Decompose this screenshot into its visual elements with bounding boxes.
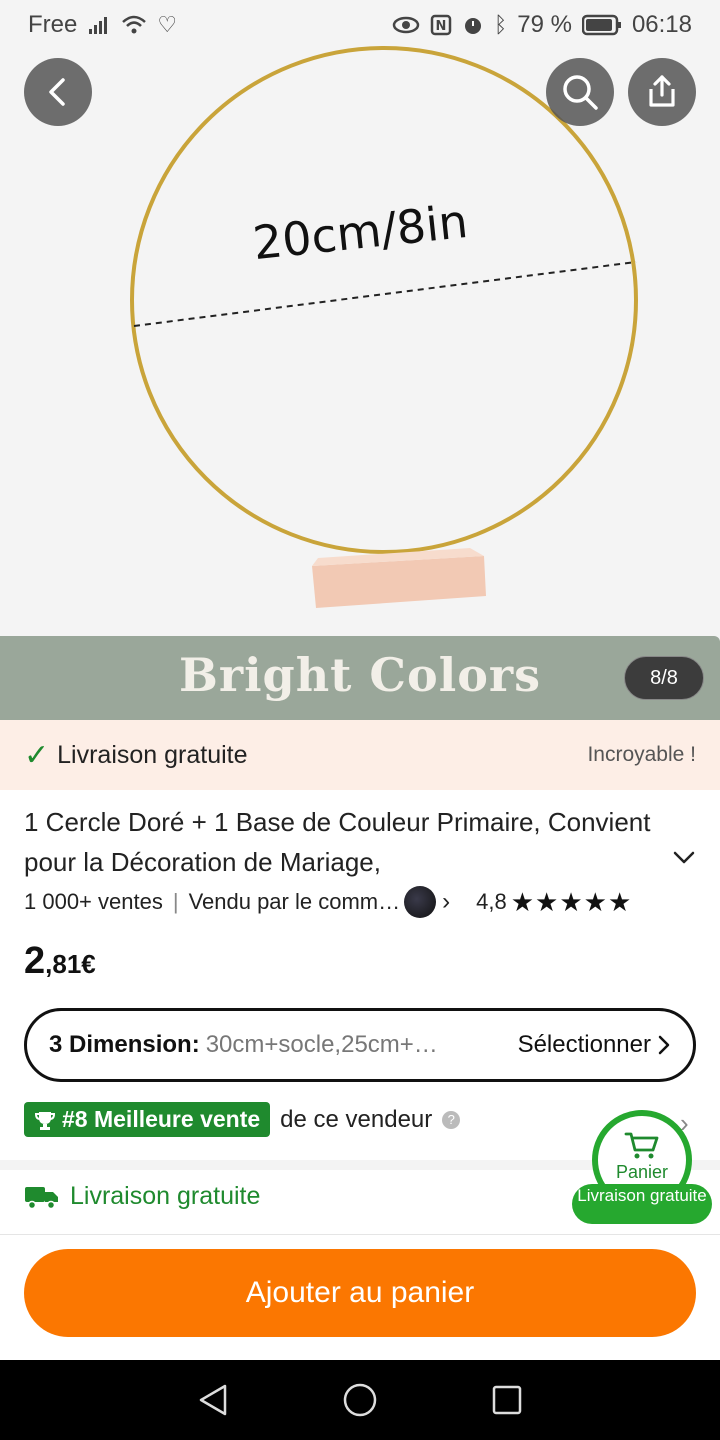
cart-free-shipping-tag: Livraison gratuite: [572, 1184, 712, 1224]
share-button[interactable]: [628, 58, 696, 126]
battery-percent: 79 %: [517, 11, 572, 38]
dimension-label: 3 Dimension:: [49, 1031, 200, 1058]
back-nav-icon[interactable]: [195, 1382, 231, 1418]
free-shipping-label: Livraison gratuite: [57, 740, 248, 769]
signal-icon: [89, 17, 108, 34]
meta-separator: |: [172, 889, 179, 914]
back-button[interactable]: [24, 58, 92, 126]
bestseller-badge: #8 Meilleure vente: [24, 1102, 271, 1137]
share-icon: [649, 75, 675, 107]
help-icon[interactable]: ?: [442, 1110, 461, 1129]
alarm-icon: [465, 18, 482, 34]
rating-value: 4,8: [476, 889, 507, 914]
bestseller-suffix: de ce vendeur: [280, 1105, 433, 1133]
search-icon: [563, 75, 598, 110]
cart-label: Panier: [615, 1162, 669, 1182]
delivery-label: Livraison gratuite: [70, 1182, 261, 1210]
seller-avatar[interactable]: [404, 886, 437, 918]
cart-icon: [624, 1132, 659, 1159]
product-title[interactable]: 1 Cercle Doré + 1 Base de Couleur Primai…: [24, 802, 664, 882]
chevron-right-icon: [658, 1035, 670, 1055]
bestseller-badge-label: #8 Meilleure vente: [62, 1106, 261, 1132]
rating[interactable]: 4,8 ★★★★★: [476, 887, 632, 918]
price-decimal: ,81€: [45, 949, 96, 979]
dimension-selector[interactable]: 3 Dimension: 30cm+socle,25cm+… Sélection…: [24, 1008, 696, 1082]
eye-icon: [392, 16, 420, 34]
price: 2,81€: [24, 940, 96, 983]
trophy-icon: [34, 1111, 56, 1130]
delivery-row[interactable]: Livraison gratuite: [24, 1182, 260, 1211]
image-counter: 8/8: [624, 656, 704, 700]
sales-count: 1 000+ ventes: [24, 889, 163, 914]
product-meta: 1 000+ ventes | Vendu par le comm… › 4,8…: [24, 882, 704, 922]
check-icon: ✓: [24, 738, 50, 772]
seller-link[interactable]: Vendu par le comm…: [189, 889, 401, 915]
star-icons: ★★★★★: [510, 886, 633, 917]
battery-icon: [581, 14, 621, 36]
carrier-label: Free: [28, 11, 78, 38]
dimension-value: 30cm+socle,25cm+…: [205, 1031, 438, 1058]
bluetooth-icon: ᛒ: [494, 12, 508, 37]
heart-icon: ♡: [157, 12, 178, 37]
bottom-action-bar: Ajouter au panier: [0, 1234, 720, 1360]
home-nav-icon[interactable]: [342, 1382, 378, 1418]
chevron-right-icon[interactable]: ›: [442, 888, 450, 916]
add-to-cart-button[interactable]: Ajouter au panier: [24, 1249, 696, 1337]
banner-tag: Incroyable !: [587, 743, 696, 766]
search-button[interactable]: [546, 58, 614, 126]
wifi-icon: [122, 15, 147, 34]
truck-icon: [25, 1186, 58, 1209]
chevron-down-icon[interactable]: [672, 848, 696, 868]
svg-text:N: N: [436, 19, 447, 34]
free-shipping-banner[interactable]: ✓ Livraison gratuite Incroyable !: [0, 720, 720, 790]
recents-nav-icon[interactable]: [489, 1382, 525, 1418]
product-image[interactable]: 20cm/8in Bright Colors 8/8: [0, 0, 720, 720]
price-integer: 2: [24, 940, 46, 982]
select-label: Sélectionner: [517, 1031, 651, 1058]
clock: 06:18: [631, 11, 692, 38]
nfc-icon: N: [430, 14, 452, 36]
chevron-left-icon: [49, 78, 65, 106]
status-bar: Free ♡ N ᛒ 79 % 06:18: [0, 0, 720, 50]
size-caption: 20cm/8in: [250, 194, 470, 270]
gold-ring-illustration: 20cm/8in: [130, 46, 638, 608]
system-nav-bar: [0, 1360, 720, 1440]
image-band-text: Bright Colors: [178, 648, 542, 702]
bestseller-row[interactable]: #8 Meilleure vente de ce vendeur ?: [24, 1102, 461, 1137]
